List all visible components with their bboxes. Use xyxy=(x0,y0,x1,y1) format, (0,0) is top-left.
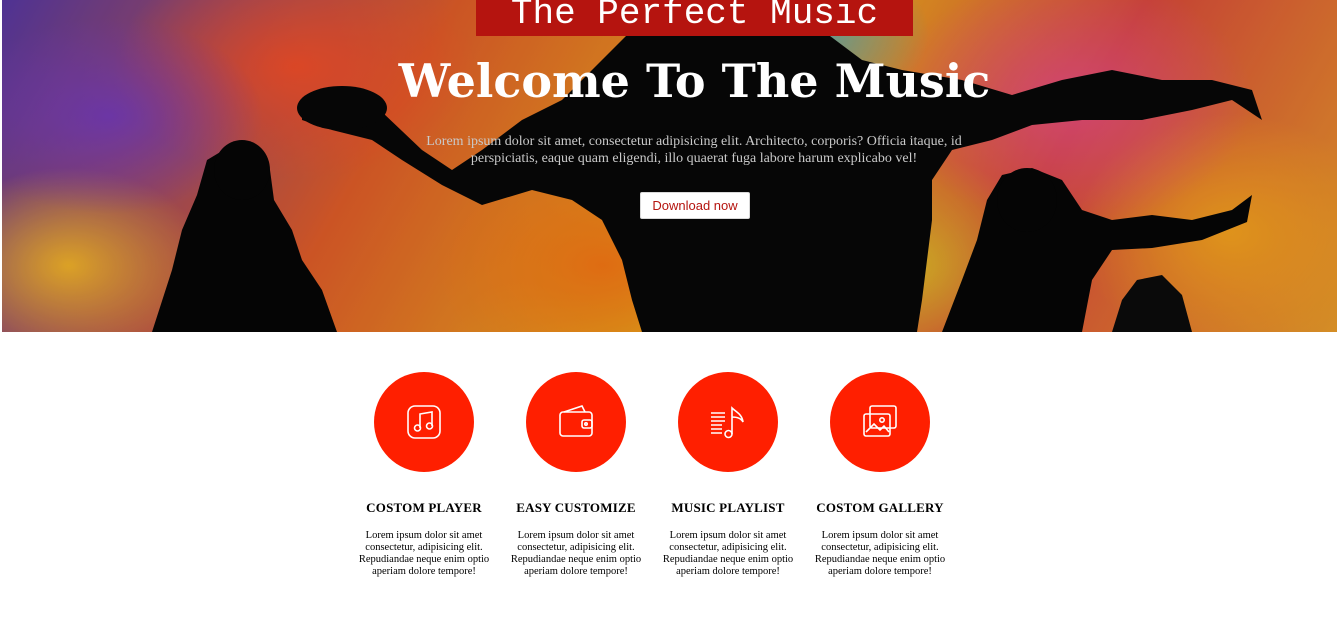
download-now-button[interactable]: Download now xyxy=(640,192,750,219)
wallet-icon xyxy=(559,405,593,437)
hero-lead-text: Lorem ipsum dolor sit amet, consectetur … xyxy=(426,134,962,166)
feature-icon-circle xyxy=(526,372,626,472)
feature-title: COSTOM GALLERY xyxy=(816,500,944,515)
feature-description: Lorem ipsum dolor sit amet consectetur, … xyxy=(814,530,946,577)
feature-title: EASY CUSTOMIZE xyxy=(516,500,636,515)
feature-custom-player: COSTOM PLAYER Lorem ipsum dolor sit amet… xyxy=(348,372,500,578)
playlist-icon xyxy=(711,406,744,439)
feature-easy-customize: EASY CUSTOMIZE Lorem ipsum dolor sit ame… xyxy=(500,372,652,578)
feature-music-playlist: MUSIC PLAYLIST Lorem ipsum dolor sit ame… xyxy=(652,372,804,578)
site-brand-title: The Perfect Music xyxy=(476,0,913,36)
feature-icon-circle xyxy=(830,372,930,472)
music-note-icon xyxy=(407,405,441,439)
feature-description: Lorem ipsum dolor sit amet consectetur, … xyxy=(662,530,794,577)
gallery-icon xyxy=(863,405,897,437)
feature-description: Lorem ipsum dolor sit amet consectetur, … xyxy=(358,530,490,577)
feature-title: COSTOM PLAYER xyxy=(366,500,482,515)
feature-icon-circle xyxy=(374,372,474,472)
feature-title: MUSIC PLAYLIST xyxy=(671,500,785,515)
feature-description: Lorem ipsum dolor sit amet consectetur, … xyxy=(510,530,642,577)
hero-banner: The Perfect Music Welcome To The Music L… xyxy=(2,0,1337,332)
feature-icon-circle xyxy=(678,372,778,472)
feature-custom-gallery: COSTOM GALLERY Lorem ipsum dolor sit ame… xyxy=(804,372,956,578)
hero-headline: Welcome To The Music xyxy=(398,54,991,108)
